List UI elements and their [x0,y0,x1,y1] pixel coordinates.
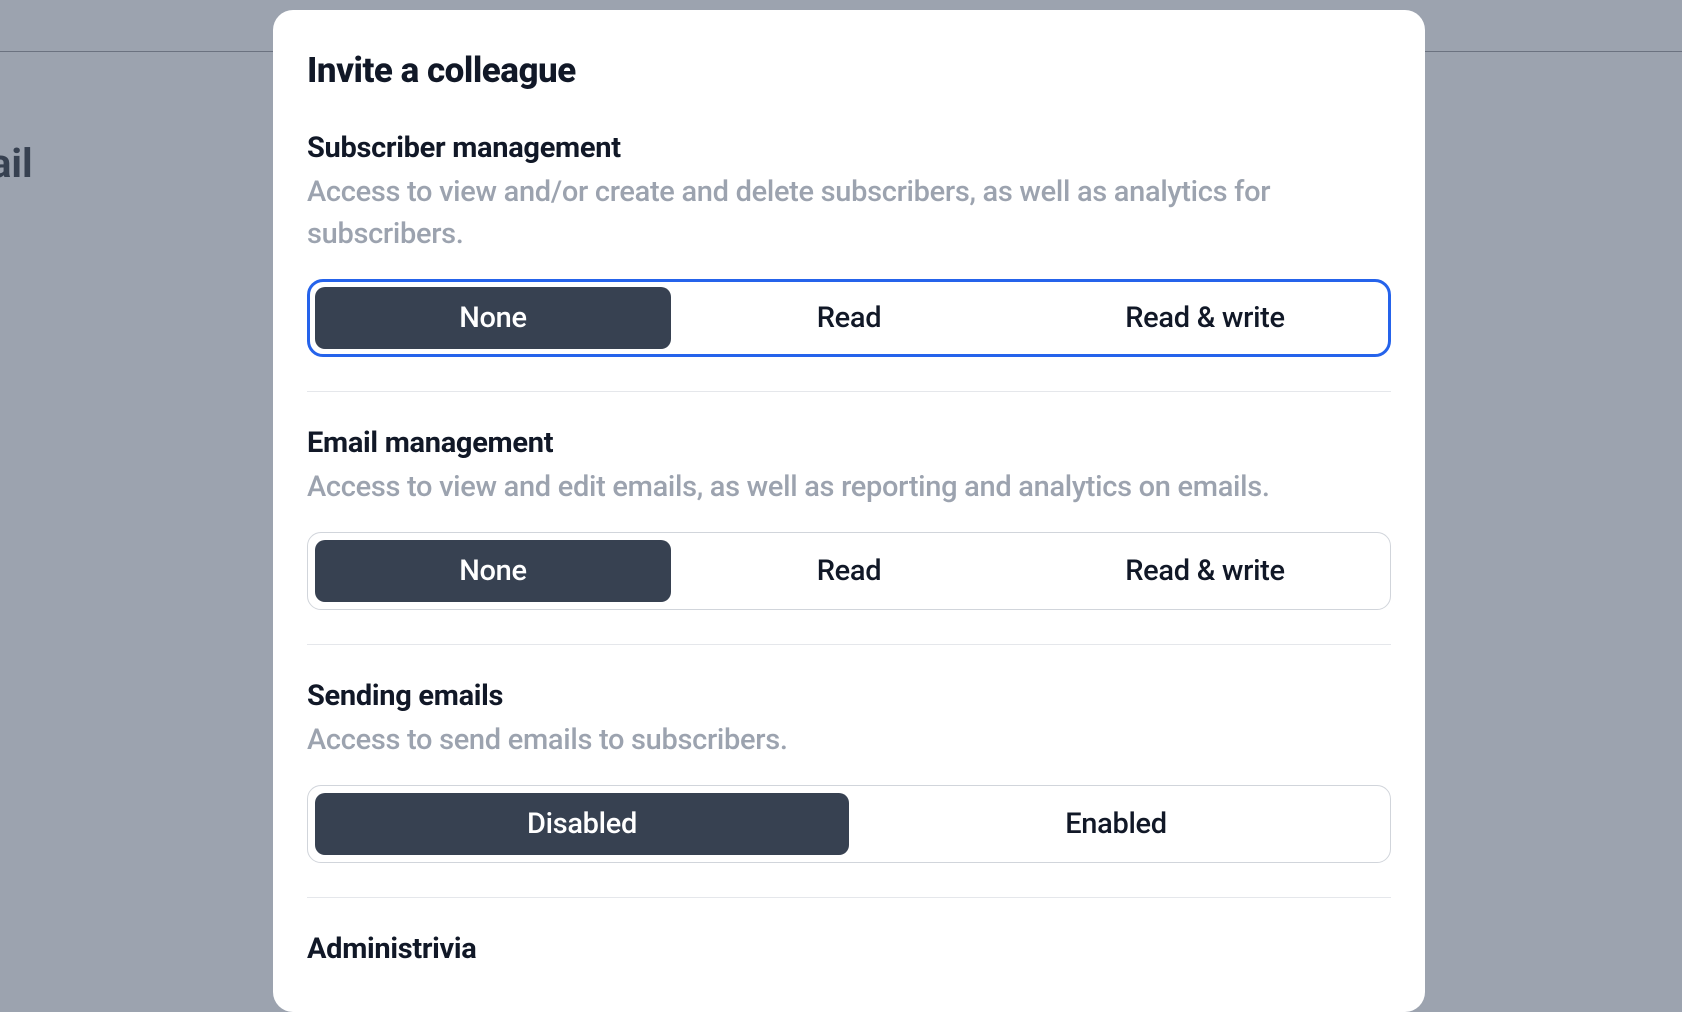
segmented-control-subscriber-management[interactable]: None Read Read & write [307,279,1391,357]
segment-disabled[interactable]: Disabled [315,793,849,855]
segment-none[interactable]: None [315,540,671,602]
invite-colleague-modal: Invite a colleague Subscriber management… [273,10,1425,1012]
segment-read-write[interactable]: Read & write [1027,540,1383,602]
segment-read[interactable]: Read [671,287,1027,349]
section-title: Subscriber management [307,131,1391,165]
section-email-management: Email management Access to view and edit… [307,426,1391,645]
section-subscriber-management: Subscriber management Access to view and… [307,131,1391,392]
modal-title: Invite a colleague [307,50,1391,91]
segment-read[interactable]: Read [671,540,1027,602]
section-title: Administrivia [307,932,1391,966]
section-sending-emails: Sending emails Access to send emails to … [307,679,1391,898]
segment-read-write[interactable]: Read & write [1027,287,1383,349]
segment-none[interactable]: None [315,287,671,349]
backdrop-partial-text: ail [0,140,33,187]
segmented-control-sending-emails[interactable]: Disabled Enabled [307,785,1391,863]
section-title: Sending emails [307,679,1391,713]
section-title: Email management [307,426,1391,460]
section-description: Access to view and/or create and delete … [307,171,1391,255]
section-description: Access to view and edit emails, as well … [307,466,1391,508]
section-administrivia: Administrivia [307,932,1391,966]
segmented-control-email-management[interactable]: None Read Read & write [307,532,1391,610]
segment-enabled[interactable]: Enabled [849,793,1383,855]
section-description: Access to send emails to subscribers. [307,719,1391,761]
